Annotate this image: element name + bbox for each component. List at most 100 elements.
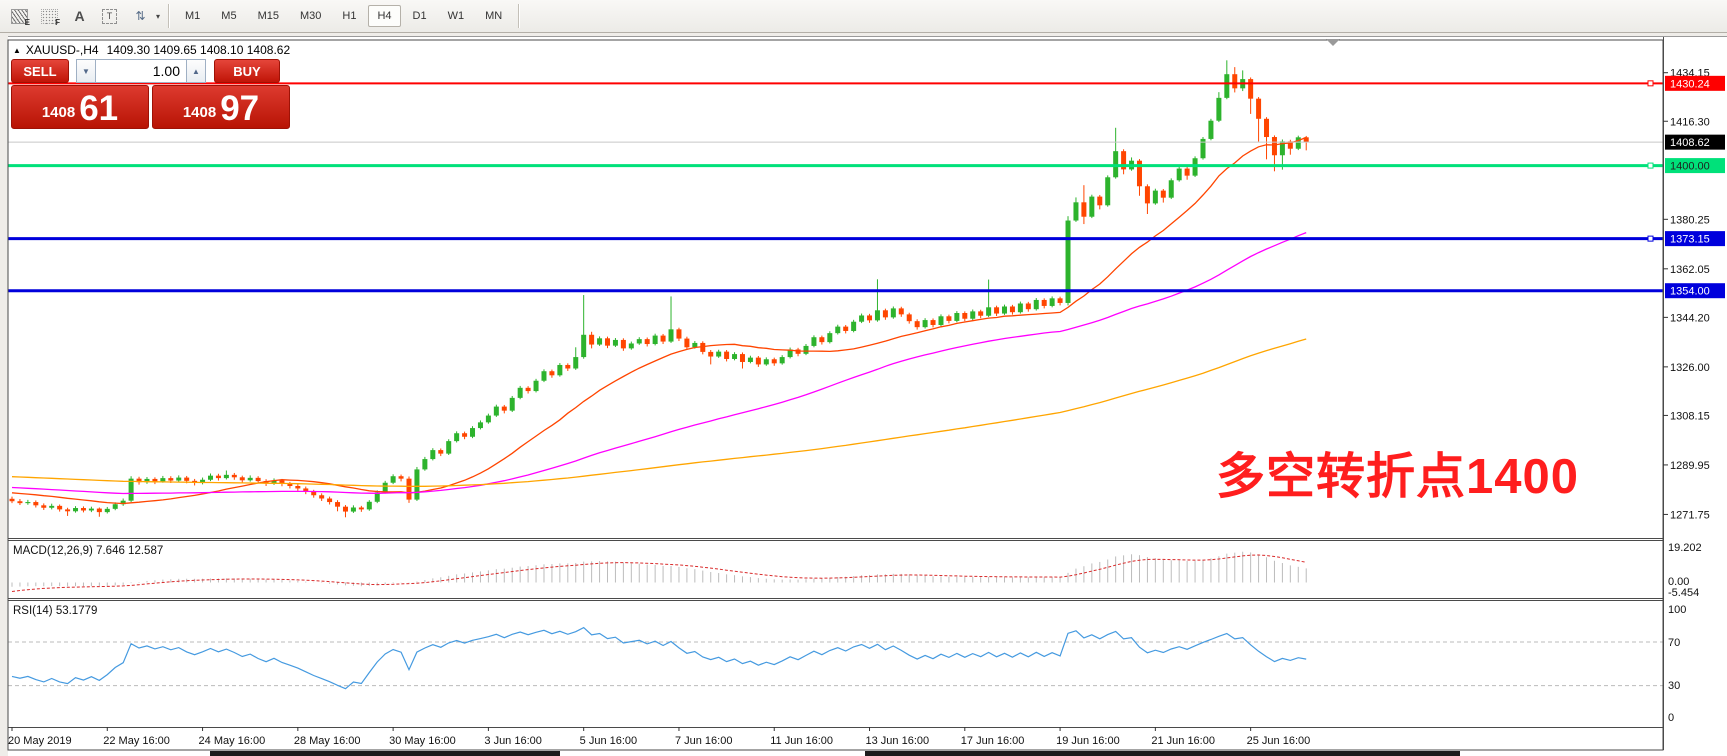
rsi-scale-label: 30	[1668, 680, 1680, 692]
candle-body	[1224, 74, 1229, 98]
hline-drag-handle[interactable]	[1648, 163, 1653, 168]
candle-body	[335, 502, 340, 507]
candle-body	[383, 483, 388, 493]
candle-body	[17, 501, 22, 503]
candle-body	[57, 506, 62, 510]
candle-body	[907, 314, 912, 321]
candle-body	[438, 450, 443, 454]
volume-decrease-button[interactable]: ▼	[76, 59, 96, 83]
candle-body	[152, 479, 157, 481]
candle-body	[10, 499, 15, 501]
candle-body	[367, 502, 372, 510]
candle-body	[1185, 169, 1190, 176]
candle-body	[938, 316, 943, 325]
candle-body	[629, 343, 634, 348]
candle-body	[954, 313, 959, 321]
candle-body	[184, 478, 189, 481]
candle-body	[645, 339, 650, 344]
candle-body	[216, 476, 221, 478]
candle-body	[1042, 300, 1047, 306]
chart-annotation-text[interactable]: 多空转折点1400	[1216, 437, 1579, 508]
volume-increase-button[interactable]: ▲	[186, 59, 206, 83]
candle-body	[41, 505, 46, 507]
rsi-scale-label: 100	[1668, 604, 1686, 616]
candle-body	[510, 398, 515, 411]
candle-body	[661, 336, 666, 342]
candle-body	[875, 310, 880, 320]
candle-body	[867, 315, 872, 320]
candle-body	[946, 316, 951, 321]
candle-body	[462, 433, 467, 437]
candle-body	[1018, 303, 1023, 312]
candle-body	[502, 407, 507, 411]
candle-body	[605, 338, 610, 345]
ask-quote-panel[interactable]: 1408 97	[152, 85, 290, 129]
symbol-title: XAUUSD-,H4	[26, 43, 99, 57]
candle-body	[518, 388, 523, 398]
candle-body	[97, 509, 102, 513]
candle-body	[1089, 197, 1094, 217]
candle-body	[994, 307, 999, 313]
candle-body	[962, 313, 967, 319]
time-axis-label: 22 May 16:00	[103, 735, 170, 747]
candle-body	[65, 509, 70, 511]
candle-body	[843, 327, 848, 331]
candle-body	[414, 469, 419, 499]
macd-scale-label: 19.202	[1668, 542, 1702, 554]
candle-body	[740, 354, 745, 362]
ask-big-figure: 1408	[183, 101, 216, 125]
volume-input[interactable]	[96, 59, 186, 83]
candle-body	[176, 478, 181, 481]
candle-body	[1272, 137, 1277, 155]
candle-body	[1073, 202, 1078, 220]
time-axis-label: 30 May 16:00	[389, 735, 456, 747]
one-click-trade-panel: SELL ▼ ▲ BUY 1408 61 1408 97	[11, 59, 290, 129]
hline-drag-handle[interactable]	[1648, 81, 1653, 86]
time-axis-label: 11 Jun 16:00	[770, 735, 833, 747]
candle-body	[1161, 191, 1166, 198]
candle-body	[1216, 98, 1221, 121]
time-axis-label: 20 May 2019	[8, 735, 72, 747]
bid-quote-panel[interactable]: 1408 61	[11, 85, 149, 129]
rsi-label: RSI(14) 53.1779	[13, 605, 97, 617]
candle-body	[804, 346, 809, 354]
time-axis-label: 7 Jun 16:00	[675, 735, 733, 747]
candle-body	[1097, 197, 1102, 206]
candle-body	[1105, 177, 1110, 205]
candle-body	[478, 422, 483, 428]
candle-body	[1145, 186, 1150, 203]
candle-body	[811, 337, 816, 346]
sell-button[interactable]: SELL	[11, 59, 69, 83]
candle-body	[1081, 202, 1086, 216]
candle-body	[1169, 180, 1174, 197]
window-edge-fragment	[865, 751, 1460, 756]
collapse-triangle-icon[interactable]: ▲	[13, 46, 21, 55]
bid-pips: 61	[79, 93, 118, 125]
candle-body	[1248, 79, 1253, 99]
candle-body	[653, 336, 658, 344]
candle-body	[407, 479, 412, 500]
price-tick-label: 1289.95	[1670, 460, 1710, 472]
candle-body	[319, 495, 324, 498]
candle-body	[1256, 99, 1261, 119]
candle-body	[73, 508, 78, 511]
candle-body	[724, 352, 729, 359]
candle-body	[565, 365, 570, 369]
hline-drag-handle[interactable]	[1648, 236, 1653, 241]
candle-body	[526, 388, 531, 391]
buy-button[interactable]: BUY	[214, 59, 280, 83]
price-badge-label: 1373.15	[1670, 234, 1710, 246]
candle-body	[819, 337, 824, 342]
candle-body	[1232, 74, 1237, 88]
price-tick-label: 1380.25	[1670, 214, 1710, 226]
candle-body	[113, 504, 118, 509]
candle-body	[81, 508, 86, 510]
candle-body	[1208, 121, 1213, 139]
price-badge-label: 1408.62	[1670, 137, 1710, 149]
candle-body	[486, 416, 491, 423]
price-tick-label: 1271.75	[1670, 509, 1710, 521]
candle-body	[923, 320, 928, 327]
candle-body	[1010, 306, 1015, 312]
candle-body	[160, 478, 165, 481]
candle-body	[422, 459, 427, 469]
